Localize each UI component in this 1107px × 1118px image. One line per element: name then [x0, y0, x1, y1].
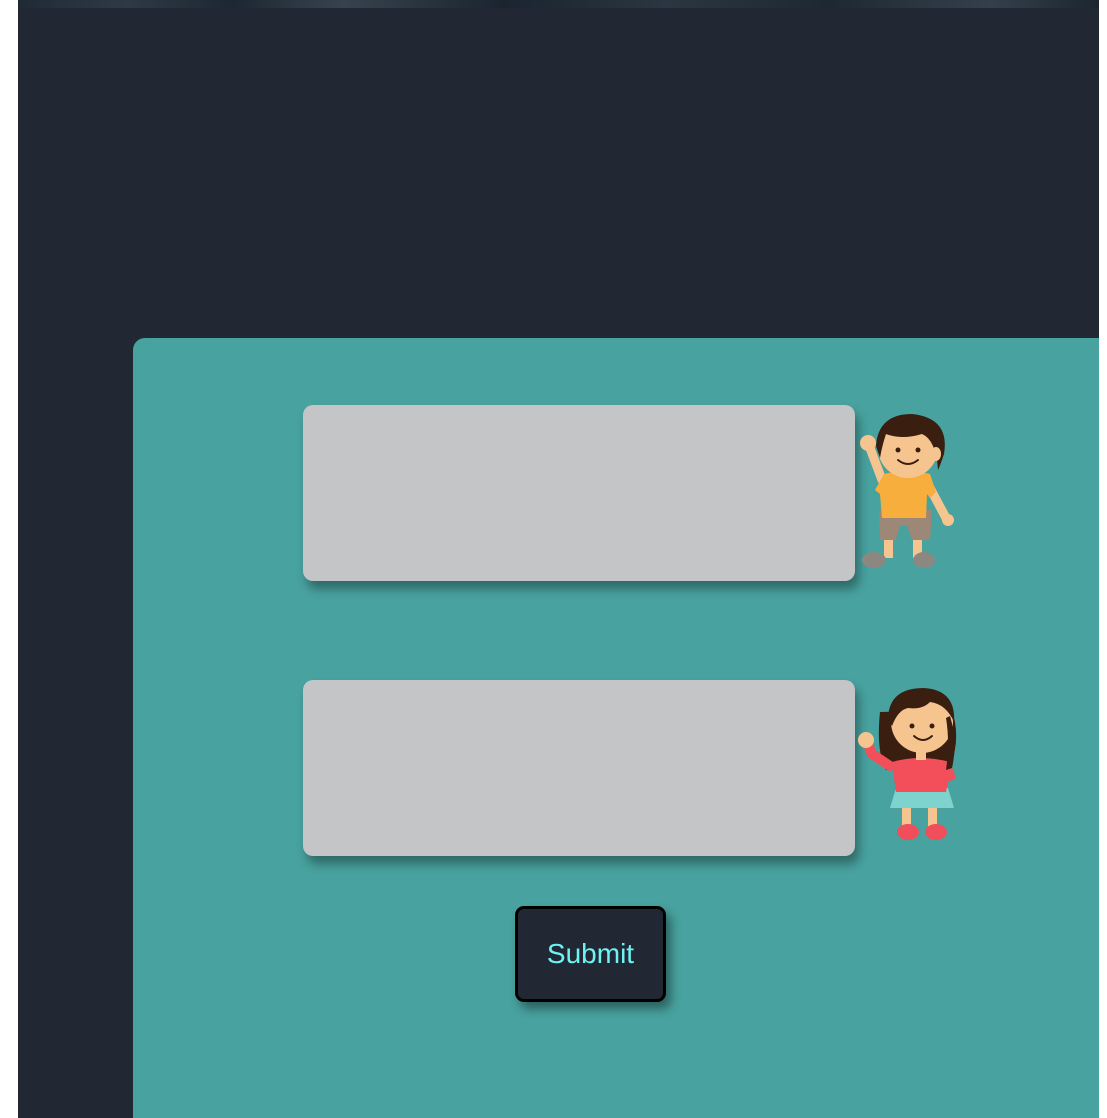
- text-field-2[interactable]: [303, 680, 855, 856]
- header-image-edge: [18, 0, 1099, 8]
- text-field-1[interactable]: [303, 405, 855, 581]
- waving-girl-icon: [858, 688, 957, 840]
- waving-boy-icon: [860, 414, 954, 568]
- submit-button[interactable]: Submit: [515, 906, 666, 1002]
